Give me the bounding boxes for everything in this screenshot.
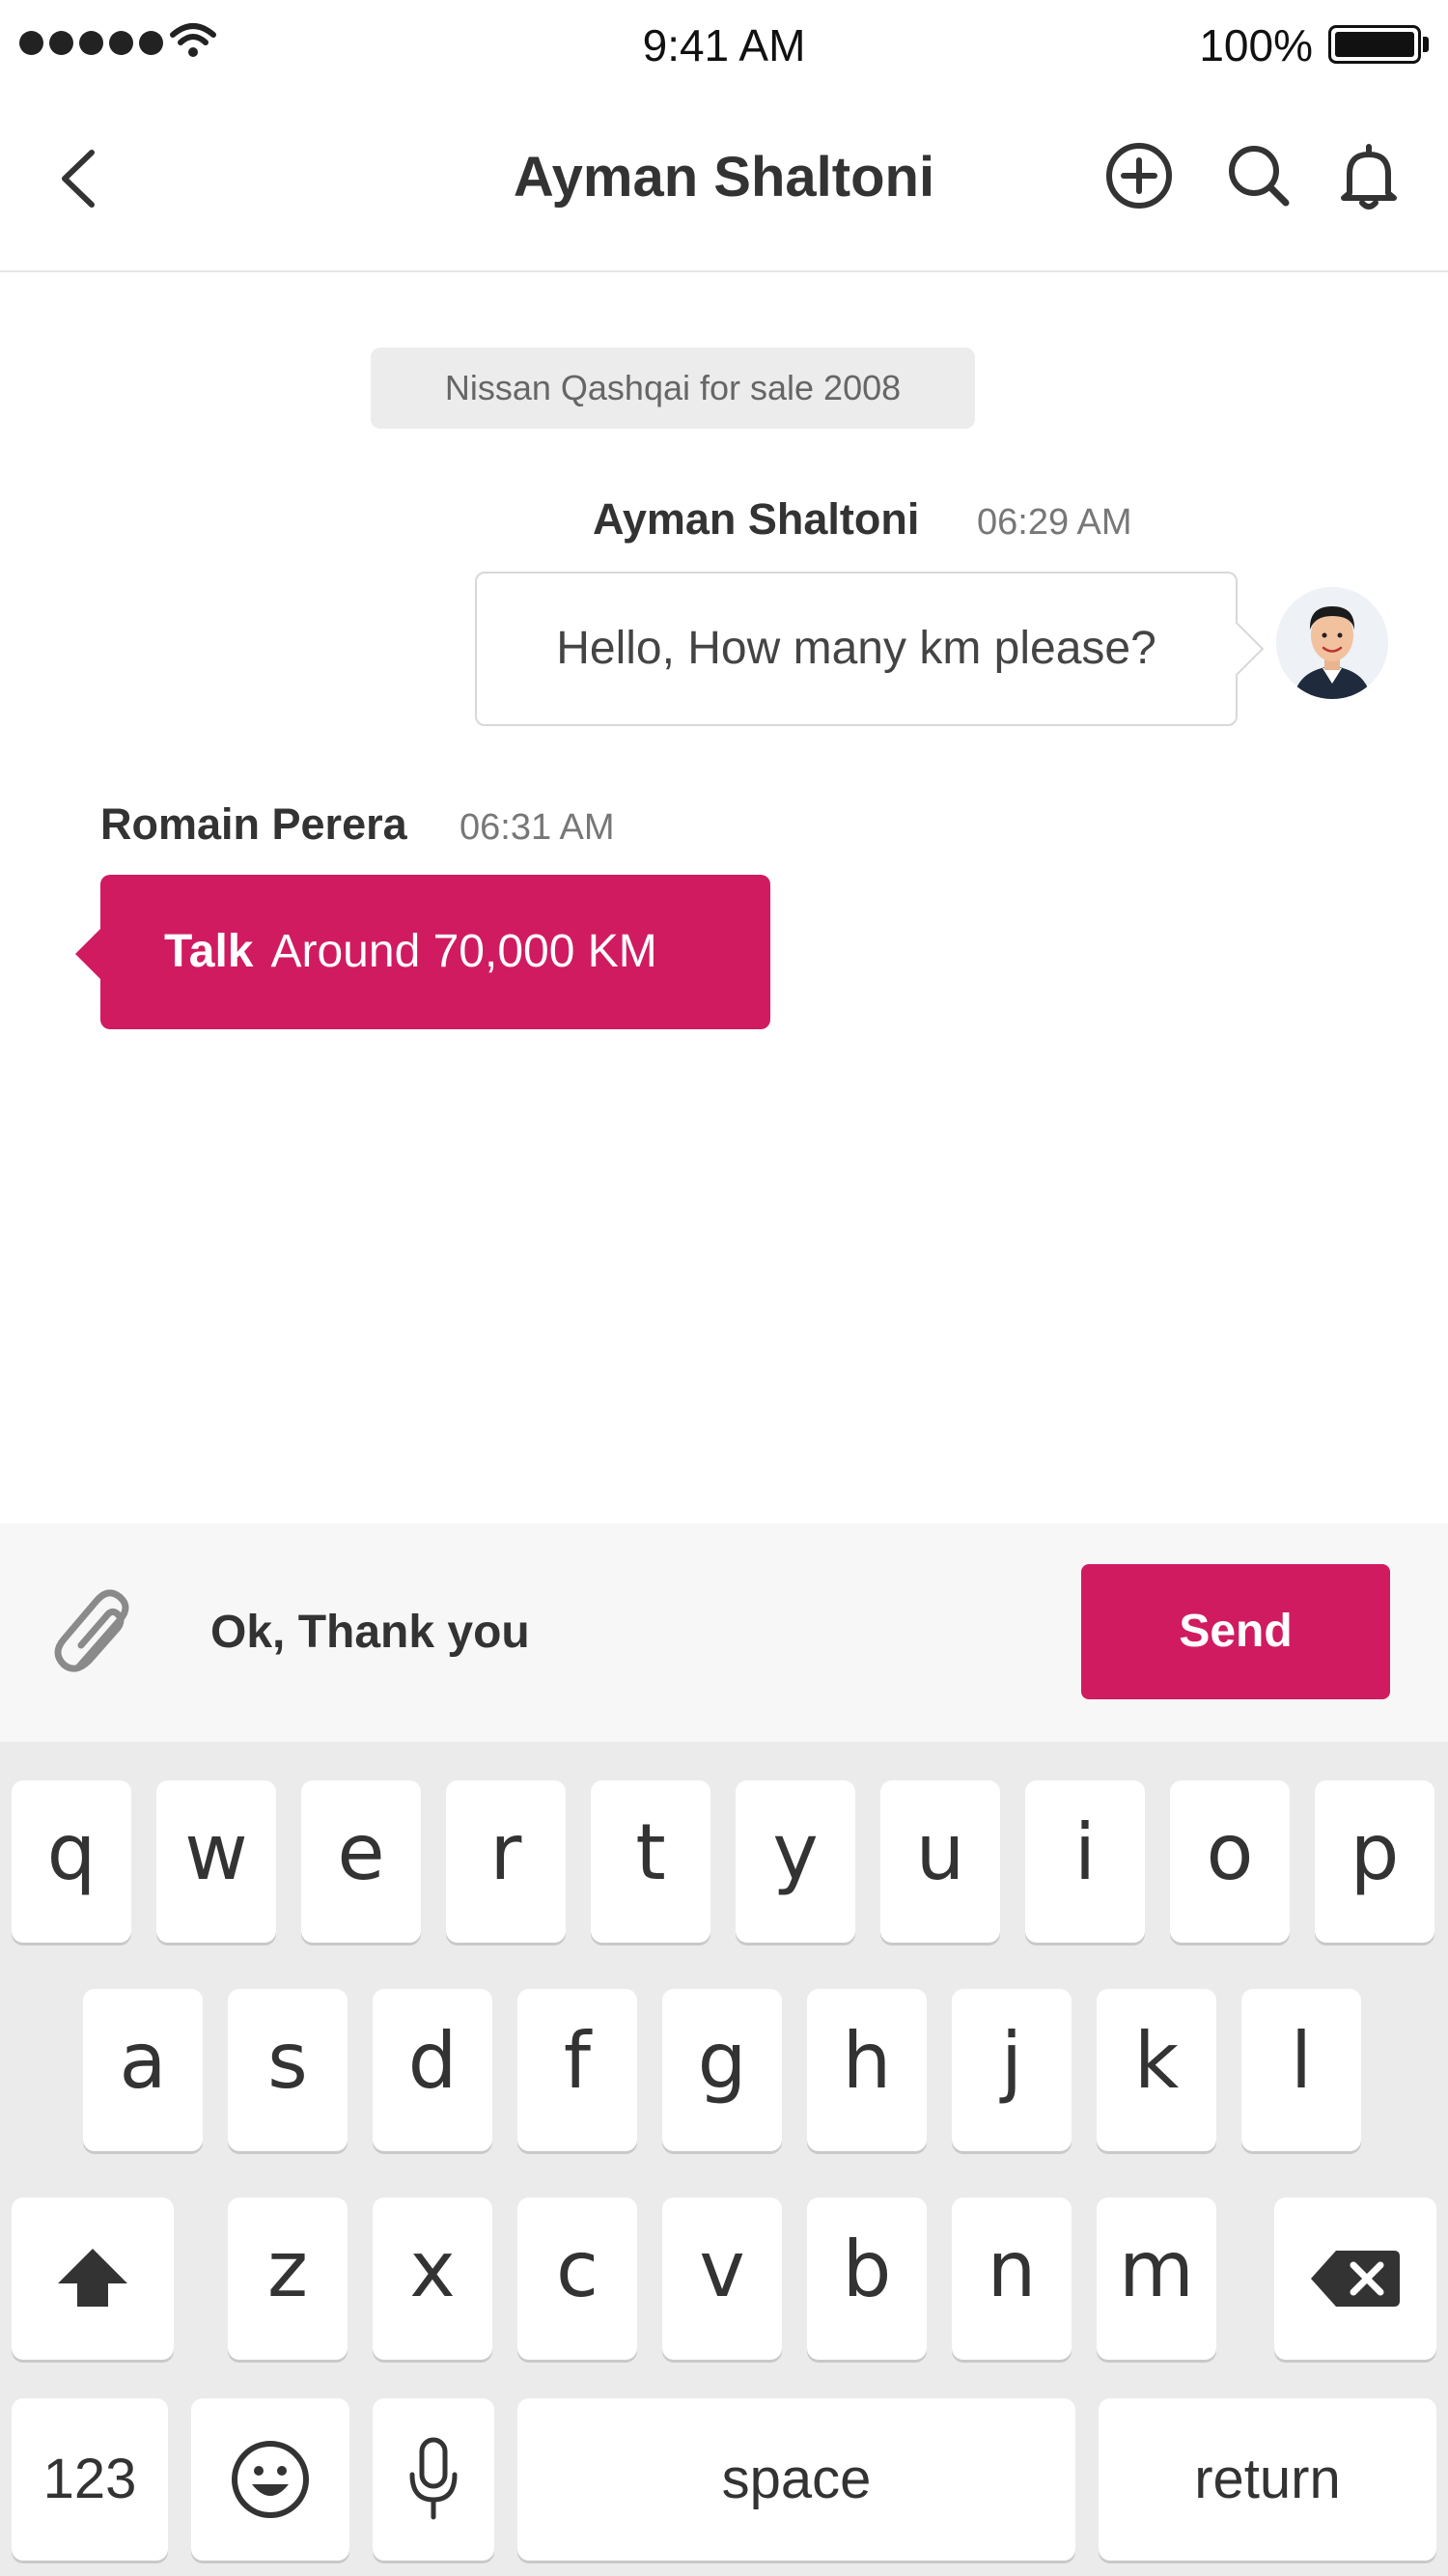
key-h[interactable]: h [807,1989,927,2151]
key-r[interactable]: r [446,1780,566,1943]
key-v[interactable]: v [662,2198,782,2360]
battery-percent: 100% [1199,20,1313,70]
space-key[interactable]: space [517,2398,1075,2561]
sender-name: Romain Perera [100,799,407,849]
avatar[interactable] [1276,587,1388,699]
message-time: 06:29 AM [977,502,1132,543]
search-icon [1229,146,1290,207]
key-s[interactable]: s [228,1989,348,2151]
message-lead: Talk [164,926,254,977]
emoji-key[interactable] [191,2398,349,2561]
avatar-image [1276,587,1388,699]
topic-chip[interactable]: Nissan Qashqai for sale 2008 [371,348,975,429]
message-composer: Send [0,1524,1448,1742]
send-button[interactable]: Send [1081,1564,1390,1699]
mic-icon [409,2437,458,2520]
sender-name: Ayman Shaltoni [593,494,920,544]
notifications-button[interactable] [1330,137,1407,214]
numbers-key[interactable]: 123 [12,2398,168,2561]
return-key[interactable]: return [1099,2398,1436,2561]
key-g[interactable]: g [662,1989,782,2151]
message-text: Hello, How many km please? [556,623,1156,674]
key-k[interactable]: k [1097,1989,1216,2151]
shift-icon [58,2249,127,2307]
incoming-message-bubble: Talk Around 70,000 KM [75,875,770,1029]
backspace-key[interactable] [1274,2198,1436,2360]
key-o[interactable]: o [1170,1780,1290,1943]
key-a[interactable]: a [83,1989,203,2151]
key-q[interactable]: q [12,1780,131,1943]
attach-button[interactable] [50,1582,147,1688]
key-l[interactable]: l [1241,1989,1361,2151]
key-y[interactable]: y [736,1780,855,1943]
add-button[interactable] [1100,137,1178,214]
add-icon [1106,143,1172,209]
message-text: Around 70,000 KM [270,926,657,977]
key-b[interactable]: b [807,2198,927,2360]
key-n[interactable]: n [952,2198,1072,2360]
key-u[interactable]: u [880,1780,1000,1943]
mic-key[interactable] [373,2398,494,2561]
message-input[interactable] [210,1593,1031,1670]
search-button[interactable] [1220,137,1297,214]
key-w[interactable]: w [156,1780,276,1943]
keyboard: q w e r t y u i o p a s d f g h j k l z … [0,1742,1448,2576]
key-p[interactable]: p [1315,1780,1434,1943]
key-f[interactable]: f [517,1989,637,2151]
battery-icon [1328,25,1421,64]
key-i[interactable]: i [1025,1780,1145,1943]
key-t[interactable]: t [591,1780,710,1943]
attach-icon [54,1589,129,1672]
key-j[interactable]: j [952,1989,1072,2151]
message-time: 06:31 AM [459,807,615,848]
key-c[interactable]: c [517,2198,637,2360]
nav-bar: Ayman Shaltoni [0,87,1448,272]
bell-icon [1341,144,1397,210]
key-m[interactable]: m [1097,2198,1216,2360]
key-z[interactable]: z [228,2198,348,2360]
status-bar: 9:41 AM 100% [0,0,1448,87]
key-e[interactable]: e [301,1780,421,1943]
key-x[interactable]: x [373,2198,492,2360]
shift-key[interactable] [12,2198,174,2360]
key-d[interactable]: d [373,1989,492,2151]
outgoing-message-bubble: Hello, How many km please? [475,572,1265,726]
backspace-icon [1311,2251,1400,2307]
emoji-icon [232,2441,309,2518]
